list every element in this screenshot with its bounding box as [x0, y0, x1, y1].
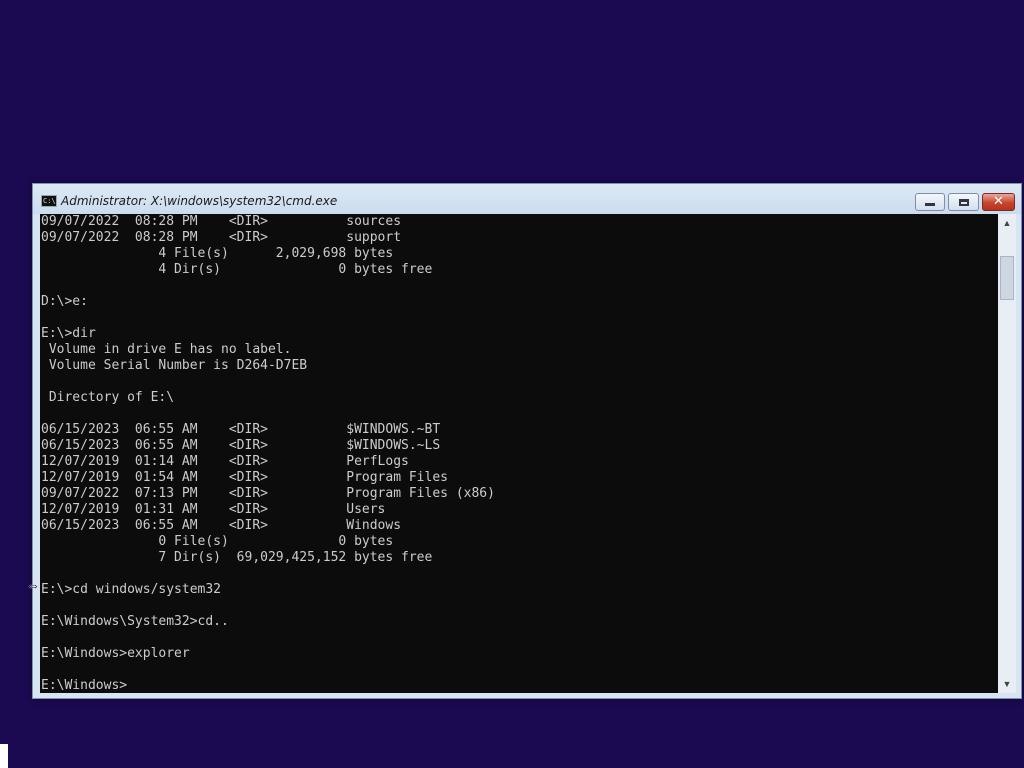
- console-line: 12/07/2019 01:54 AM <DIR> Program Files: [41, 470, 448, 485]
- console-line: 06/15/2023 06:55 AM <DIR> $WINDOWS.~LS: [41, 438, 441, 453]
- console-line: 12/07/2019 01:14 AM <DIR> PerfLogs: [41, 454, 409, 469]
- minimize-button[interactable]: [915, 193, 945, 211]
- title-bar[interactable]: C:\ Administrator: X:\windows\system32\c…: [33, 184, 1021, 214]
- console-line: E:\Windows>explorer: [41, 646, 190, 661]
- console-line: 4 File(s) 2,029,698 bytes: [41, 246, 394, 261]
- console-line: 06/15/2023 06:55 AM <DIR> $WINDOWS.~BT: [41, 422, 441, 437]
- console-line: Volume Serial Number is D264-D7EB: [41, 358, 308, 373]
- console-line: 09/07/2022 08:28 PM <DIR> support: [41, 230, 402, 245]
- console-line: 09/07/2022 08:28 PM <DIR> sources: [41, 214, 402, 229]
- console-line: E:\>cd windows/system32: [41, 582, 222, 597]
- close-button[interactable]: ✕: [982, 193, 1015, 211]
- resize-cursor-icon: ⇔: [26, 577, 40, 593]
- scroll-down-icon[interactable]: ▼: [998, 677, 1016, 691]
- console-line: E:\>dir: [41, 326, 96, 341]
- console-text: 09/07/2022 08:28 PM <DIR> sources 09/07/…: [40, 214, 998, 693]
- console-line: 7 Dir(s) 69,029,425,152 bytes free: [41, 550, 433, 565]
- maximize-button[interactable]: [948, 193, 979, 211]
- desktop-corner-element: [0, 744, 8, 768]
- close-icon: ✕: [993, 194, 1004, 209]
- console-line: D:\>e:: [41, 294, 88, 309]
- console-line: E:\Windows\System32>cd..: [41, 614, 229, 629]
- console-output[interactable]: 09/07/2022 08:28 PM <DIR> sources 09/07/…: [40, 214, 998, 693]
- console-line: 09/07/2022 07:13 PM <DIR> Program Files …: [41, 486, 495, 501]
- console-line: 0 File(s) 0 bytes: [41, 534, 394, 549]
- scroll-up-icon[interactable]: ▲: [998, 216, 1016, 230]
- cmd-app-icon: C:\: [41, 195, 57, 207]
- console-line: Directory of E:\: [41, 390, 175, 405]
- maximize-icon: [958, 198, 969, 206]
- scroll-thumb[interactable]: [1000, 256, 1014, 300]
- vertical-scrollbar[interactable]: ▲ ▼: [998, 214, 1016, 693]
- console-line: E:\Windows>: [41, 678, 128, 693]
- console-line: 06/15/2023 06:55 AM <DIR> Windows: [41, 518, 402, 533]
- cmd-window[interactable]: C:\ Administrator: X:\windows\system32\c…: [32, 183, 1022, 699]
- console-line: 4 Dir(s) 0 bytes free: [41, 262, 433, 277]
- console-line: Volume in drive E has no label.: [41, 342, 292, 357]
- window-title: Administrator: X:\windows\system32\cmd.e…: [61, 194, 338, 208]
- minimize-icon: [925, 203, 935, 206]
- console-line: 12/07/2019 01:31 AM <DIR> Users: [41, 502, 386, 517]
